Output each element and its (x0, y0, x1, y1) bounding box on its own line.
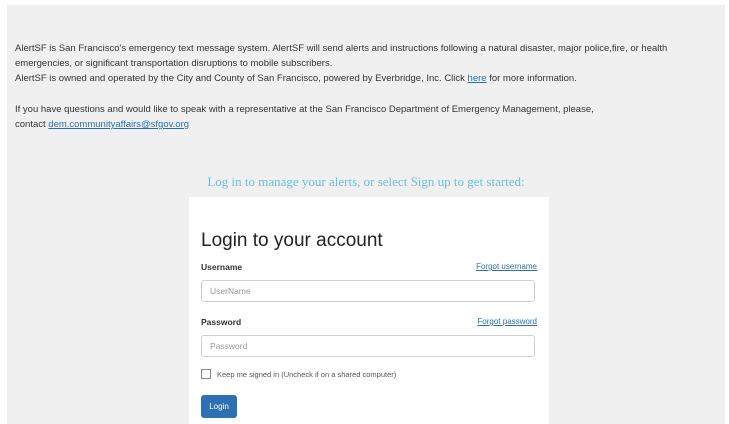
contact-prefix: contact (15, 119, 49, 130)
intro-paragraph-1: AlertSF is San Francisco's emergency tex… (15, 43, 668, 69)
login-button[interactable]: Login (201, 395, 237, 418)
username-label: Username (201, 262, 243, 272)
forgot-password-link[interactable]: Forgot password (477, 317, 537, 326)
page-panel: AlertSF is San Francisco's emergency tex… (7, 5, 725, 424)
intro-paragraph-2: AlertSF is owned and operated by the Cit… (15, 71, 715, 86)
remember-me[interactable]: Keep me signed in (Uncheck if on a share… (201, 369, 396, 379)
intro-paragraph-2-suffix: for more information. (486, 73, 577, 84)
forgot-username-link[interactable]: Forgot username (476, 262, 537, 271)
password-label: Password (201, 317, 242, 327)
login-card: Login to your account Username Forgot us… (189, 197, 549, 424)
more-info-link[interactable]: here (468, 73, 487, 84)
username-input[interactable]: UserName (201, 280, 535, 302)
login-title: Login to your account (201, 230, 383, 251)
intro-paragraph-2-text: AlertSF is owned and operated by the Cit… (15, 73, 468, 84)
contact-line: contact dem.communityaffairs@sfgov.org (15, 117, 715, 132)
contact-email-link[interactable]: dem.communityaffairs@sfgov.org (48, 119, 189, 130)
remember-label: Keep me signed in (Uncheck if on a share… (217, 369, 397, 379)
intro-paragraph-3: If you have questions and would like to … (15, 104, 594, 115)
login-tagline: Log in to manage your alerts, or select … (207, 174, 525, 189)
intro-text: AlertSF is San Francisco's emergency tex… (15, 41, 715, 132)
remember-checkbox[interactable] (201, 369, 211, 379)
password-input[interactable]: Password (201, 335, 535, 357)
